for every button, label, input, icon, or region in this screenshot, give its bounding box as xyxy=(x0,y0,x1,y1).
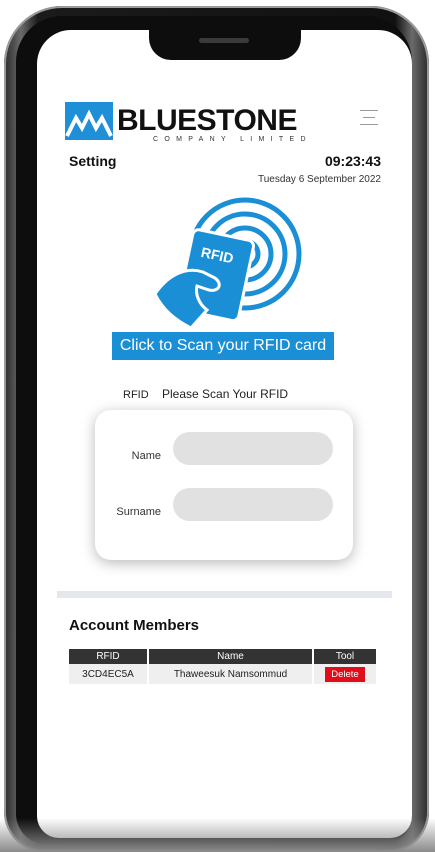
column-header-name: Name xyxy=(149,649,312,664)
table-row: 3CD4EC5A Thaweesuk Namsommud Delete xyxy=(69,664,376,684)
clock-time: 09:23:43 xyxy=(324,153,381,169)
account-members-title: Account Members xyxy=(69,617,200,634)
rfid-status-text: Please Scan Your RFID xyxy=(162,387,289,401)
members-table: RFID Name Tool 3CD4EC5A Thaweesuk Namsom… xyxy=(67,649,378,684)
logo-mountain-icon xyxy=(65,102,113,140)
clock-date: Tuesday 6 September 2022 xyxy=(257,174,381,185)
rfid-status-row: RFID Please Scan Your RFID xyxy=(123,387,288,401)
bottom-shadow xyxy=(0,818,435,852)
cell-rfid: 3CD4EC5A xyxy=(69,664,147,684)
speaker-icon xyxy=(199,38,249,43)
surname-label: Surname xyxy=(116,506,161,518)
name-input[interactable] xyxy=(173,432,333,465)
rfid-card-scan-icon: RFID xyxy=(153,197,302,330)
column-header-rfid: RFID xyxy=(69,649,147,664)
app-screen: BLUESTONE COMPANY LIMITED Setting 09:23:… xyxy=(37,30,412,838)
hamburger-menu-icon[interactable] xyxy=(360,110,378,128)
column-header-tool: Tool xyxy=(314,649,376,664)
surname-input[interactable] xyxy=(173,488,333,521)
name-label: Name xyxy=(131,450,161,462)
page-title: Setting xyxy=(69,153,117,169)
cell-tool: Delete xyxy=(314,664,376,684)
phone-notch xyxy=(149,30,301,60)
table-header-row: RFID Name Tool xyxy=(69,649,376,664)
delete-button[interactable]: Delete xyxy=(325,666,365,682)
rfid-label: RFID xyxy=(123,389,149,401)
brand-name: BLUESTONE xyxy=(117,104,297,137)
brand-subtitle: COMPANY LIMITED xyxy=(153,136,312,143)
member-form-card: Name Surname xyxy=(95,410,353,560)
section-divider xyxy=(57,591,392,598)
cell-name: Thaweesuk Namsommud xyxy=(149,664,312,684)
scan-rfid-button[interactable]: Click to Scan your RFID card xyxy=(112,332,334,360)
